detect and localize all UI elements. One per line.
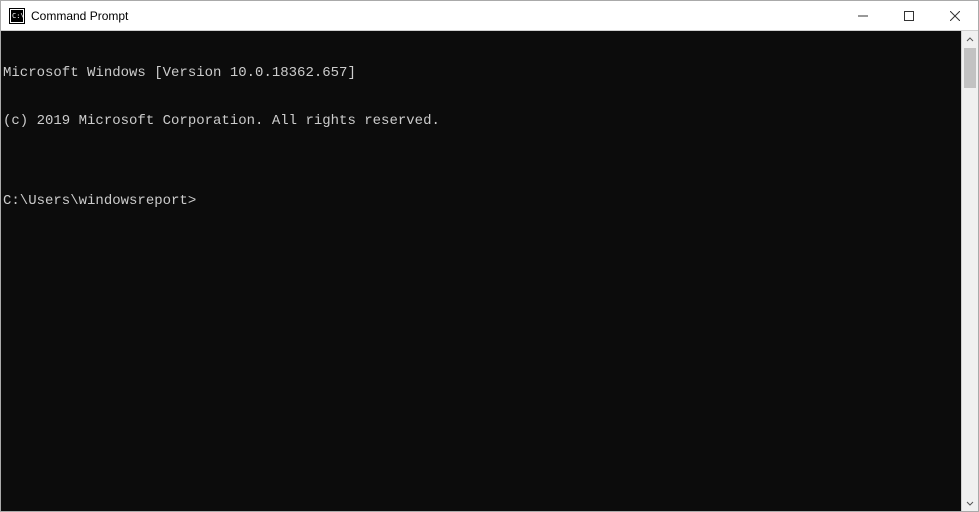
maximize-button[interactable] <box>886 1 932 30</box>
vertical-scrollbar[interactable] <box>961 31 978 511</box>
minimize-button[interactable] <box>840 1 886 30</box>
terminal-output[interactable]: Microsoft Windows [Version 10.0.18362.65… <box>1 31 961 511</box>
svg-text:C:\: C:\ <box>12 12 25 20</box>
close-button[interactable] <box>932 1 978 30</box>
close-icon <box>950 11 960 21</box>
scroll-up-button[interactable] <box>962 31 978 48</box>
cmd-icon: C:\ <box>9 8 25 24</box>
window-title: Command Prompt <box>31 9 128 23</box>
maximize-icon <box>904 11 914 21</box>
minimize-icon <box>858 11 868 21</box>
window-controls <box>840 1 978 30</box>
chevron-down-icon <box>966 499 974 507</box>
scroll-track[interactable] <box>962 48 978 494</box>
titlebar[interactable]: C:\ Command Prompt <box>1 1 978 31</box>
terminal-line: Microsoft Windows [Version 10.0.18362.65… <box>3 65 961 81</box>
command-prompt-window: C:\ Command Prompt <box>0 0 979 512</box>
scroll-down-button[interactable] <box>962 494 978 511</box>
scroll-thumb[interactable] <box>964 48 976 88</box>
chevron-up-icon <box>966 36 974 44</box>
terminal-prompt[interactable]: C:\Users\windowsreport> <box>3 193 961 209</box>
terminal-line: (c) 2019 Microsoft Corporation. All righ… <box>3 113 961 129</box>
client-area: Microsoft Windows [Version 10.0.18362.65… <box>1 31 978 511</box>
